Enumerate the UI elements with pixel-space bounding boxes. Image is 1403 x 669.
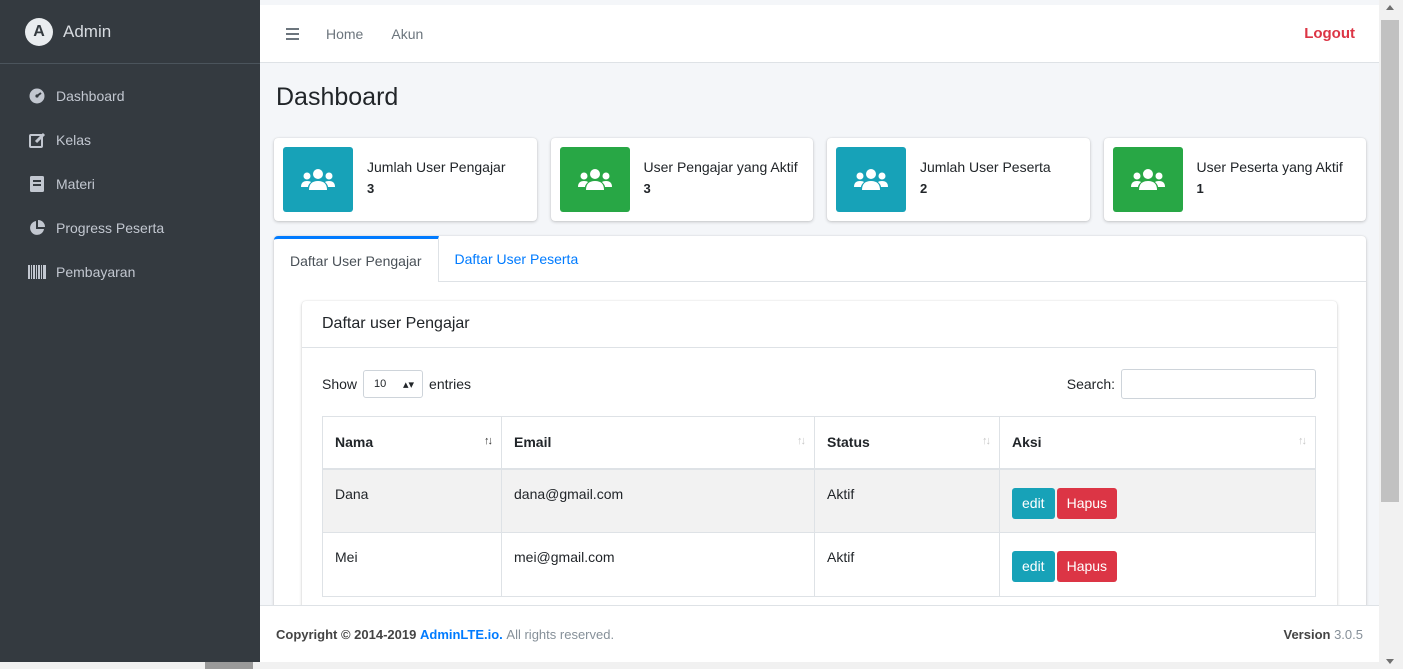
info-box-value: 3: [643, 181, 651, 196]
column-header-nama[interactable]: Nama ↑↓: [322, 416, 502, 470]
adminlte-link[interactable]: AdminLTE.io.: [420, 627, 503, 642]
version-number: 3.0.5: [1334, 626, 1363, 642]
tachometer-icon: [28, 88, 46, 104]
search-label: Search:: [1066, 376, 1115, 392]
content-wrapper: Dashboard Jumlah User Pengajar 3 User Pe…: [260, 63, 1379, 605]
main-footer: Copyright © 2014-2019 AdminLTE.io. All r…: [260, 605, 1379, 662]
vertical-scrollbar[interactable]: [1379, 0, 1403, 669]
sidebar-nav: Dashboard Kelas Materi Progress Peserta …: [0, 64, 260, 294]
sidebar-item-label: Dashboard: [56, 88, 125, 104]
info-box-label: User Peserta yang Aktif: [1196, 159, 1343, 175]
sidebar-item-label: Progress Peserta: [56, 220, 165, 236]
sort-icon: ↑↓: [982, 435, 991, 447]
info-box-jumlah-user-pengajar: Jumlah User Pengajar 3: [274, 138, 537, 221]
top-navbar: Home Akun Logout: [260, 5, 1379, 63]
cell-aksi: edit Hapus: [999, 532, 1316, 597]
info-box-label: User Pengajar yang Aktif: [643, 159, 798, 175]
column-header-status[interactable]: Status ↑↓: [814, 416, 1000, 470]
info-box-value: 1: [1196, 181, 1204, 196]
cell-email: dana@gmail.com: [501, 468, 815, 533]
sort-icon: ↑↓: [484, 435, 493, 447]
logout-link[interactable]: Logout: [1304, 25, 1355, 42]
hapus-button[interactable]: Hapus: [1056, 487, 1118, 519]
info-box-value: 3: [367, 181, 375, 196]
column-header-aksi[interactable]: Aksi ↑↓: [999, 416, 1316, 470]
nav-akun-link[interactable]: Akun: [391, 26, 423, 42]
rights-text: All rights reserved.: [506, 626, 615, 642]
edit-button[interactable]: edit: [1012, 487, 1055, 519]
scroll-up-icon[interactable]: [1386, 5, 1394, 10]
users-icon: [1112, 147, 1183, 212]
table-header-row: Nama ↑↓ Email ↑↓ Status ↑↓ Aksi ↑↓: [322, 416, 1316, 470]
user-pengajar-card: Daftar user Pengajar Show 10 ▴▾ entries …: [302, 301, 1337, 605]
horizontal-scrollbar-thumb[interactable]: [205, 662, 253, 669]
cell-aksi: edit Hapus: [999, 468, 1316, 533]
entries-label: entries: [429, 376, 472, 392]
sidebar-item-dashboard[interactable]: Dashboard: [0, 74, 260, 118]
info-box-row: Jumlah User Pengajar 3 User Pengajar yan…: [274, 138, 1366, 221]
cell-status: Aktif: [814, 468, 1000, 533]
entries-length-value: 10: [374, 378, 387, 390]
info-box-label: Jumlah User Pengajar: [367, 159, 506, 175]
sidebar-item-label: Pembayaran: [56, 264, 136, 280]
users-icon: [836, 147, 906, 212]
tab-daftar-user-pengajar[interactable]: Daftar User Pengajar: [274, 236, 439, 282]
column-header-email[interactable]: Email ↑↓: [501, 416, 815, 470]
entries-length-select[interactable]: 10 ▴▾: [363, 370, 424, 398]
table-row: Dana dana@gmail.com Aktif edit Hapus: [322, 468, 1316, 533]
search-wrap: Search:: [1067, 369, 1316, 399]
version-label: Version: [1283, 626, 1331, 642]
pie-chart-icon: [28, 220, 46, 236]
cell-nama: Dana: [322, 468, 502, 533]
user-pengajar-table: Nama ↑↓ Email ↑↓ Status ↑↓ Aksi ↑↓ Dana dana…: [322, 416, 1316, 597]
users-icon: [283, 147, 353, 212]
copyright-text: Copyright © 2014-2019: [276, 626, 417, 642]
info-box-user-pengajar-aktif: User Pengajar yang Aktif 3: [550, 138, 813, 221]
sidebar-item-pembayaran[interactable]: Pembayaran: [0, 250, 260, 294]
tab-card: Daftar User Pengajar Daftar User Peserta…: [274, 236, 1366, 605]
book-icon: [28, 176, 46, 192]
cell-status: Aktif: [814, 532, 1000, 597]
sidebar-item-progress-peserta[interactable]: Progress Peserta: [0, 206, 260, 250]
sidebar-item-label: Kelas: [56, 132, 92, 148]
scrollbar-thumb[interactable]: [1381, 20, 1399, 502]
info-box-label: Jumlah User Peserta: [920, 159, 1051, 175]
brand-text: Admin: [63, 21, 112, 41]
cell-nama: Mei: [322, 532, 502, 597]
sort-icon: ↑↓: [797, 435, 806, 447]
users-icon: [559, 147, 630, 212]
select-arrows-icon: ▴▾: [402, 378, 415, 391]
brand-logo-icon: A: [25, 17, 53, 46]
sidebar-item-label: Materi: [56, 176, 95, 192]
search-input[interactable]: [1121, 369, 1316, 399]
info-box-user-peserta-aktif: User Peserta yang Aktif 1: [1103, 138, 1366, 221]
tab-daftar-user-peserta[interactable]: Daftar User Peserta: [439, 236, 595, 281]
brand-link[interactable]: A Admin: [0, 0, 260, 64]
info-box-value: 2: [920, 181, 928, 196]
table-row: Mei mei@gmail.com Aktif edit Hapus: [322, 532, 1316, 597]
edit-icon: [28, 132, 46, 148]
cell-email: mei@gmail.com: [501, 532, 815, 597]
datatable-controls: Show 10 ▴▾ entries Search:: [322, 369, 1316, 399]
info-box-jumlah-user-peserta: Jumlah User Peserta 2: [827, 138, 1090, 221]
show-label: Show: [322, 376, 358, 392]
page-title: Dashboard: [276, 83, 399, 111]
sidebar-item-materi[interactable]: Materi: [0, 162, 260, 206]
menu-toggle-icon[interactable]: [272, 14, 312, 54]
scroll-down-icon[interactable]: [1386, 659, 1394, 664]
barcode-icon: [28, 264, 46, 280]
horizontal-scrollbar[interactable]: [0, 662, 1379, 669]
card-title: Daftar user Pengajar: [302, 301, 1337, 348]
sidebar: A Admin Dashboard Kelas Materi Progress: [0, 0, 260, 669]
edit-button[interactable]: edit: [1012, 551, 1055, 582]
hapus-button[interactable]: Hapus: [1056, 551, 1118, 582]
sidebar-item-kelas[interactable]: Kelas: [0, 118, 260, 162]
version-info: Version 3.0.5: [1283, 627, 1363, 642]
sort-icon: ↑↓: [1298, 435, 1307, 447]
tab-bar: Daftar User Pengajar Daftar User Peserta: [274, 236, 1366, 282]
nav-home-link[interactable]: Home: [326, 26, 363, 42]
